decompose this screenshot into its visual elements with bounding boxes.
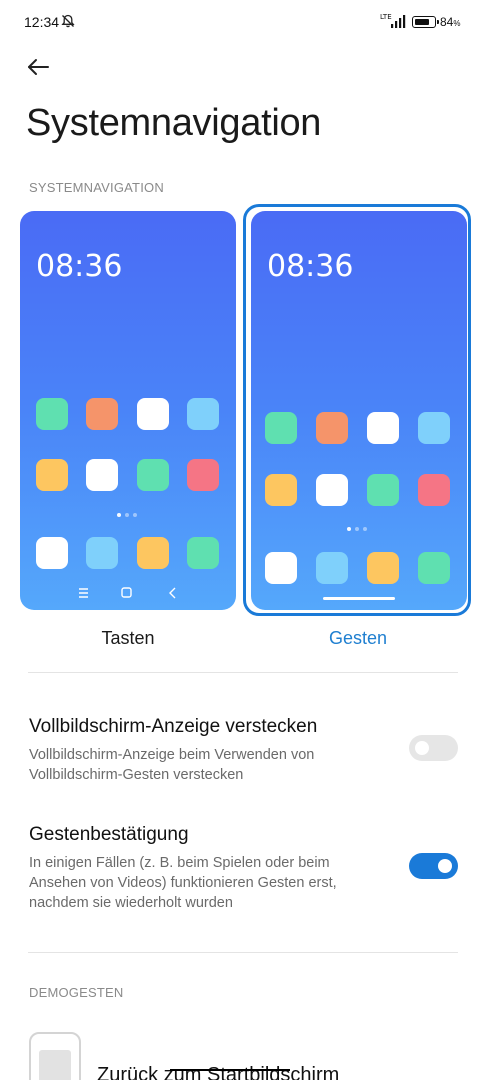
app-icon (265, 552, 297, 584)
status-time: 12:34 (24, 14, 60, 30)
signal-icon (391, 15, 406, 28)
setting-subtitle-hide-fullscreen-indicator: Vollbildschirm-Anzeige beim Verwenden vo… (29, 747, 315, 783)
section-heading-navigation: SYSTEMNAVIGATION (29, 180, 164, 195)
app-icon (418, 412, 450, 444)
gesture-bar (323, 597, 395, 600)
preview-buttons[interactable]: 08:36 (20, 211, 236, 610)
page-title: Systemnavigation (26, 102, 322, 144)
setting-subtitle-gesture-confirmation: In einigen Fällen (z. B. beim Spielen od… (29, 855, 337, 911)
toggle-gesture-confirmation[interactable] (409, 853, 458, 879)
app-icon (187, 537, 219, 569)
app-icon (187, 398, 219, 430)
setting-title-hide-fullscreen-indicator: Vollbildschirm-Anzeige verstecken (29, 716, 318, 737)
toggle-knob (415, 741, 429, 755)
menu-key-icon (79, 588, 88, 598)
arrow-left-icon[interactable] (26, 56, 52, 78)
preview-clock: 08:36 (36, 249, 123, 284)
app-icon (367, 552, 399, 584)
mute-icon (61, 14, 75, 28)
app-icon (187, 459, 219, 491)
toggle-knob (438, 859, 452, 873)
demo-gesture-line (170, 1069, 290, 1071)
app-icon (36, 459, 68, 491)
preview-gestures[interactable]: 08:36 (251, 211, 467, 610)
demo-item-title[interactable]: Zurück zum Startbildschirm (97, 1064, 339, 1080)
preview-clock: 08:36 (267, 249, 354, 284)
status-bar: 12:34 LTE 84% (0, 0, 486, 44)
app-icon (316, 474, 348, 506)
battery-percent: 84% (440, 15, 461, 29)
app-icon (265, 474, 297, 506)
app-icon (36, 398, 68, 430)
app-icon (137, 398, 169, 430)
option-label-gestures[interactable]: Gesten (258, 628, 458, 649)
home-key-icon (121, 587, 132, 598)
divider (28, 672, 458, 673)
app-icon (418, 474, 450, 506)
app-icon (418, 552, 450, 584)
app-icon (265, 412, 297, 444)
app-icon (86, 459, 118, 491)
toggle-hide-fullscreen-indicator[interactable] (409, 735, 458, 761)
setting-title-gesture-confirmation: Gestenbestätigung (29, 824, 189, 845)
app-icon (367, 412, 399, 444)
page-indicator (347, 527, 367, 531)
app-icon (316, 412, 348, 444)
page-indicator (117, 513, 137, 517)
demo-phone-icon[interactable] (29, 1032, 81, 1080)
divider (28, 952, 458, 953)
app-icon (316, 552, 348, 584)
app-icon (367, 474, 399, 506)
back-key-icon (169, 587, 176, 599)
option-label-buttons[interactable]: Tasten (28, 628, 228, 649)
app-icon (86, 398, 118, 430)
app-icon (36, 537, 68, 569)
battery-icon (412, 16, 439, 28)
navigation-keys (79, 587, 176, 599)
app-icon (86, 537, 118, 569)
app-icon (137, 537, 169, 569)
section-heading-demo: DEMOGESTEN (29, 985, 124, 1000)
app-icon (137, 459, 169, 491)
